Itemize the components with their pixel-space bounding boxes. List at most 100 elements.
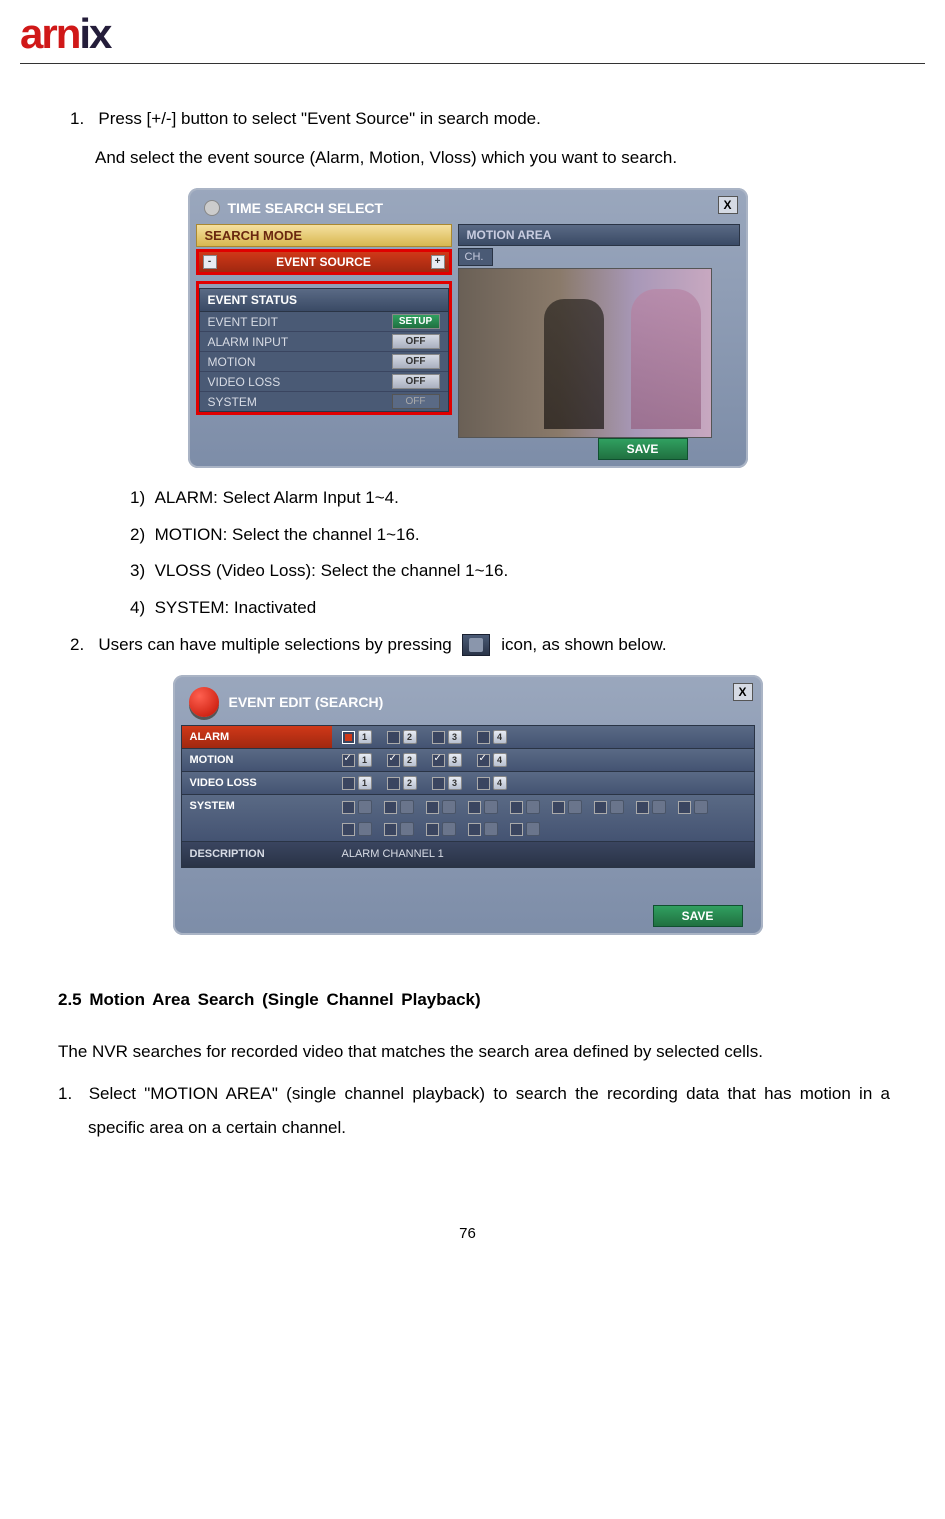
label-motion: MOTION	[208, 355, 256, 369]
step-2-num: 2.	[70, 635, 84, 654]
row-event-edit: EVENT EDIT SETUP	[200, 312, 448, 332]
setup-icon	[462, 634, 490, 656]
event-source-label: EVENT SOURCE	[276, 255, 371, 269]
plus-button[interactable]: +	[431, 255, 445, 269]
body-step-1-num: 1.	[58, 1084, 72, 1103]
step-2-before: Users can have multiple selections by pr…	[98, 635, 451, 654]
sys-cb-2[interactable]	[384, 801, 397, 814]
sys-cb-14[interactable]	[510, 823, 523, 836]
sys-icon	[442, 800, 456, 814]
highlight-event-status: EVENT STATUS EVENT EDIT SETUP ALARM INPU…	[196, 281, 452, 415]
sys-icon	[484, 822, 498, 836]
vloss-cb-1[interactable]	[342, 777, 355, 790]
row-video-loss: VIDEO LOSS OFF	[200, 372, 448, 392]
panel-title: TIME SEARCH SELECT	[196, 196, 740, 220]
screenshot-time-search: X TIME SEARCH SELECT SEARCH MODE - EVENT…	[188, 188, 748, 468]
sys-icon	[568, 800, 582, 814]
step-2-after: icon, as shown below.	[501, 635, 666, 654]
vloss-cb-3[interactable]	[432, 777, 445, 790]
sys-cb-5[interactable]	[510, 801, 523, 814]
label-event-edit: EVENT EDIT	[208, 315, 278, 329]
search-mode-label: SEARCH MODE	[196, 224, 452, 247]
sys-cb-12[interactable]	[426, 823, 439, 836]
value-event-edit[interactable]: SETUP	[392, 314, 440, 329]
value-motion[interactable]: OFF	[392, 354, 440, 369]
sys-icon	[694, 800, 708, 814]
logo-dark: ix	[79, 10, 110, 57]
sys-cb-1[interactable]	[342, 801, 355, 814]
sys-cb-6[interactable]	[552, 801, 565, 814]
section-2-5-heading: 2.5 Motion Area Search (Single Channel P…	[58, 990, 895, 1010]
clock-icon	[204, 200, 220, 216]
sys-cb-11[interactable]	[384, 823, 397, 836]
motion-cb-4[interactable]	[477, 754, 490, 767]
value-system: OFF	[392, 394, 440, 409]
event-source-selector[interactable]: - EVENT SOURCE +	[199, 252, 449, 272]
alarm-cb-3[interactable]	[432, 731, 445, 744]
step-2: 2. Users can have multiple selections by…	[70, 630, 895, 661]
motion-row-label: MOTION	[182, 749, 332, 771]
row-motion: MOTION OFF	[200, 352, 448, 372]
page-header: arnix	[20, 0, 925, 64]
preview-figure-1	[544, 299, 604, 429]
description-label: DESCRIPTION	[182, 842, 332, 866]
motion-cb-3[interactable]	[432, 754, 445, 767]
sys-icon	[358, 822, 372, 836]
body-paragraph: The NVR searches for recorded video that…	[58, 1035, 890, 1069]
sys-cb-3[interactable]	[426, 801, 439, 814]
label-video-loss: VIDEO LOSS	[208, 375, 281, 389]
event-edit-title: EVENT EDIT (SEARCH)	[229, 694, 384, 710]
sys-cb-9[interactable]	[678, 801, 691, 814]
step-1-num: 1.	[70, 109, 84, 128]
sys-cb-7[interactable]	[594, 801, 607, 814]
vloss-cb-4[interactable]	[477, 777, 490, 790]
highlight-event-source: - EVENT SOURCE +	[196, 249, 452, 275]
sub-3: 3) VLOSS (Video Loss): Select the channe…	[130, 556, 895, 587]
value-alarm-input[interactable]: OFF	[392, 334, 440, 349]
sys-icon	[484, 800, 498, 814]
row-system: SYSTEM OFF	[200, 392, 448, 411]
sys-icon	[610, 800, 624, 814]
close-button[interactable]: X	[718, 196, 738, 214]
sys-icon	[358, 800, 372, 814]
save-button-2[interactable]: SAVE	[653, 905, 743, 927]
preview-figure-2	[631, 289, 701, 429]
alarm-cb-1[interactable]	[342, 731, 355, 744]
body-step-1: 1. Select "MOTION AREA" (single channel …	[58, 1077, 890, 1145]
alarm-bell-icon	[189, 687, 219, 717]
sys-icon	[400, 822, 414, 836]
ch-label: CH.	[458, 248, 493, 266]
alarm-cb-2[interactable]	[387, 731, 400, 744]
step-1: 1. Press [+/-] button to select "Event S…	[70, 104, 895, 135]
sys-icon	[652, 800, 666, 814]
description-value: ALARM CHANNEL 1	[332, 842, 754, 866]
alarm-cb-4[interactable]	[477, 731, 490, 744]
sys-cb-13[interactable]	[468, 823, 481, 836]
label-alarm-input: ALARM INPUT	[208, 335, 289, 349]
sys-icon	[526, 822, 540, 836]
logo: arnix	[20, 10, 110, 57]
logo-red: arn	[20, 10, 79, 57]
step-1-line1: Press [+/-] button to select "Event Sour…	[98, 109, 540, 128]
sys-icon	[442, 822, 456, 836]
body-step-1-text: Select "MOTION AREA" (single channel pla…	[88, 1084, 890, 1137]
system-row-label: SYSTEM	[182, 795, 332, 841]
sub-1: 1) ALARM: Select Alarm Input 1~4.	[130, 483, 895, 514]
save-button[interactable]: SAVE	[598, 438, 688, 460]
sub-2: 2) MOTION: Select the channel 1~16.	[130, 520, 895, 551]
motion-cb-2[interactable]	[387, 754, 400, 767]
page-number: 76	[40, 1225, 895, 1262]
sys-cb-10[interactable]	[342, 823, 355, 836]
sys-cb-4[interactable]	[468, 801, 481, 814]
screenshot-event-edit: X EVENT EDIT (SEARCH) ALARM 1 2 3 4 MOTI…	[173, 675, 763, 935]
motion-area-label: MOTION AREA	[458, 224, 740, 246]
video-preview	[458, 268, 712, 438]
sys-icon	[400, 800, 414, 814]
sys-icon	[526, 800, 540, 814]
minus-button[interactable]: -	[203, 255, 217, 269]
vloss-cb-2[interactable]	[387, 777, 400, 790]
sys-cb-8[interactable]	[636, 801, 649, 814]
value-video-loss[interactable]: OFF	[392, 374, 440, 389]
close-button-2[interactable]: X	[733, 683, 753, 701]
motion-cb-1[interactable]	[342, 754, 355, 767]
